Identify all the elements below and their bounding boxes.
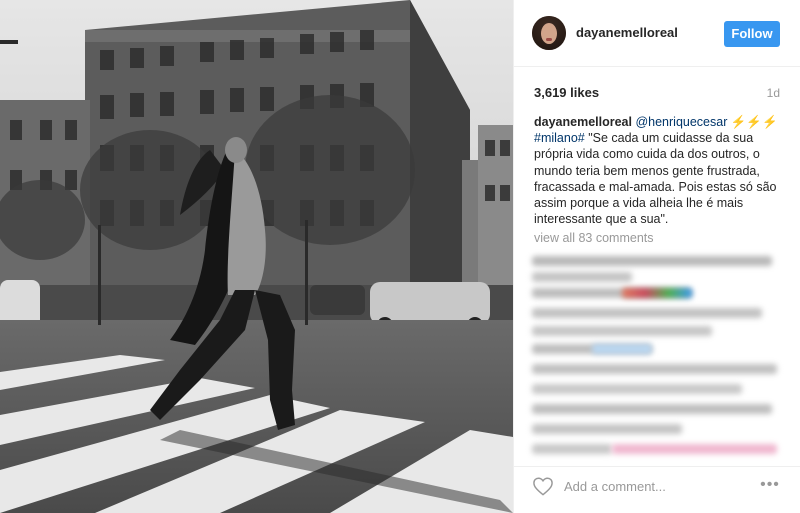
post-age[interactable]: 1d	[767, 86, 780, 100]
list-item	[622, 288, 692, 298]
more-options-icon[interactable]: •••	[758, 475, 782, 495]
post-header: dayanemelloreal Follow	[514, 0, 800, 67]
list-item	[612, 444, 777, 454]
post-username[interactable]: dayanemelloreal	[576, 25, 678, 40]
post-side-panel: dayanemelloreal Follow 3,619 likes 1d da…	[513, 0, 800, 513]
post-image	[0, 0, 513, 513]
list-item	[532, 424, 682, 434]
caption-hashtag[interactable]: #milano#	[534, 131, 585, 145]
comment-list	[532, 252, 782, 464]
comment-input[interactable]	[564, 476, 754, 496]
view-all-comments-link[interactable]: view all 83 comments	[534, 231, 654, 245]
likes-count[interactable]: 3,619 likes	[534, 85, 599, 100]
caption-mention[interactable]: @henriquecesar	[635, 115, 727, 129]
list-item	[532, 444, 612, 454]
follow-button[interactable]: Follow	[724, 21, 780, 47]
post-photo	[0, 0, 513, 513]
comment-bar: •••	[514, 466, 800, 513]
list-item	[532, 364, 777, 374]
heart-icon[interactable]	[532, 476, 554, 496]
avatar[interactable]	[532, 16, 566, 50]
list-item	[532, 326, 712, 336]
list-item	[532, 272, 632, 282]
caption-emoji: ⚡⚡⚡	[730, 115, 778, 129]
caption-text: "Se cada um cuidasse da sua própria vida…	[534, 131, 777, 227]
post-caption: dayanemelloreal @henriquecesar ⚡⚡⚡ #mila…	[534, 114, 786, 227]
list-item	[532, 256, 772, 266]
list-item	[592, 344, 652, 354]
caption-username[interactable]: dayanemelloreal	[534, 115, 632, 129]
list-item	[532, 308, 762, 318]
list-item	[532, 384, 742, 394]
list-item	[532, 404, 772, 414]
